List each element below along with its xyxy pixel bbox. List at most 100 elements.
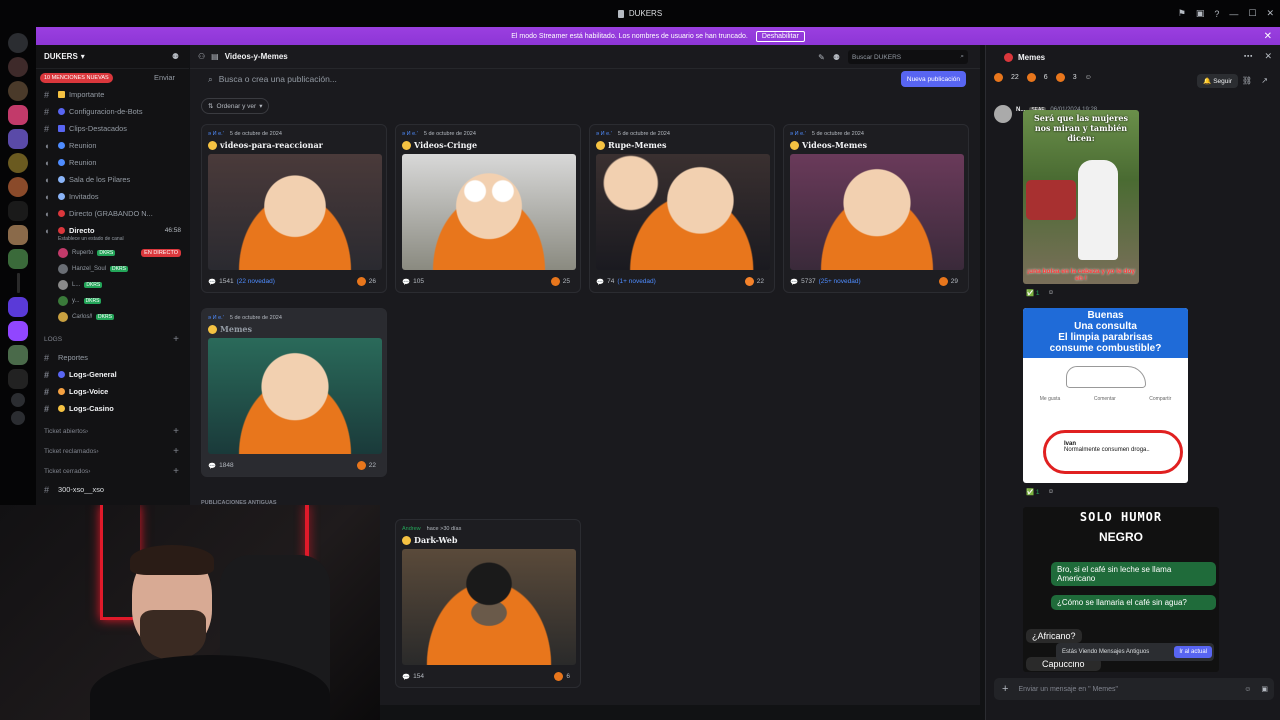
channel-item[interactable]: ◖ Reunion	[36, 137, 189, 154]
server-icon[interactable]	[8, 57, 28, 77]
close-icon[interactable]: ✕	[1264, 51, 1272, 62]
add-reaction-icon[interactable]: ☺	[1048, 488, 1055, 496]
channel-item[interactable]: #300-xso__xso	[36, 481, 189, 498]
channel-label: Configuracion-de-Bots	[69, 107, 143, 116]
voice-user[interactable]: y... DKRS	[36, 293, 189, 309]
check-reaction[interactable]: ✅ 1	[1026, 488, 1040, 496]
channel-item[interactable]: # Reportes	[36, 349, 189, 366]
reaction-icon[interactable]	[1055, 73, 1065, 82]
channel-item[interactable]: # Clips-Destacados	[36, 120, 189, 137]
category-ticket-abiertos[interactable]: Ticket abiertos › +	[36, 421, 189, 441]
link-icon[interactable]: ⛓	[1242, 76, 1252, 85]
discover-icon[interactable]	[11, 411, 25, 425]
server-icon[interactable]	[8, 201, 28, 221]
members-icon[interactable]: ⚉	[833, 53, 840, 62]
post-count: 105	[413, 278, 424, 285]
server-icon[interactable]	[8, 177, 28, 197]
server-icon[interactable]	[8, 369, 28, 389]
server-icon[interactable]	[8, 225, 28, 245]
inbox-icon[interactable]: ⚑	[1178, 8, 1186, 19]
jump-to-present-button[interactable]: Ir al actual	[1174, 646, 1212, 658]
channel-label: 300-xso__xso	[58, 485, 105, 494]
post-new: (1+ novedad)	[617, 278, 656, 285]
channel-item[interactable]: # Configuracion-de-Bots	[36, 103, 189, 120]
forum-search-placeholder: Busca o crea una publicación...	[218, 74, 337, 84]
voice-user[interactable]: Carlosll DKRS	[36, 309, 189, 325]
server-icon[interactable]	[8, 81, 28, 101]
help-icon[interactable]: ?	[1214, 9, 1219, 19]
category-logs[interactable]: LOGS +	[36, 329, 189, 349]
voice-user[interactable]: L... DKRS	[36, 277, 189, 293]
forum-post-card[interactable]: ə И e.ʼ 5 de octubre de 2024 videos-para-…	[201, 124, 387, 293]
threads-icon[interactable]: ⚇	[198, 52, 205, 61]
add-server-icon[interactable]	[11, 393, 25, 407]
forum-search-input[interactable]: ⌕ Busca o crea una publicación...	[200, 69, 970, 89]
forum-post-card[interactable]: ə И e.ʼ 5 de octubre de 2024 Rupe-Memes 💬…	[589, 124, 775, 293]
avatar[interactable]	[994, 105, 1012, 123]
twitch-icon[interactable]	[8, 321, 28, 341]
add-attachment-icon[interactable]: +	[1002, 683, 1008, 695]
invite-icon[interactable]: ⚉	[172, 52, 179, 61]
screen-icon[interactable]: ▣	[1196, 8, 1205, 19]
bot-icon	[58, 108, 65, 115]
forum-post-card-selected[interactable]: ə И e.ʼ 5 de octubre de 2024 Memes 💬 1848 2…	[201, 308, 387, 477]
minimize-button[interactable]: —	[1229, 9, 1238, 19]
channel-item[interactable]: # Logs-Voice	[36, 383, 189, 400]
server-icon[interactable]	[16, 273, 20, 293]
channel-item[interactable]: ◖ Invitados	[36, 188, 189, 205]
maximize-button[interactable]: ☐	[1248, 8, 1256, 19]
server-icon[interactable]	[8, 105, 28, 125]
mentions-badge[interactable]: 10 MENCIONES NUEVAS	[40, 73, 113, 83]
search-icon: ⌕	[960, 53, 964, 60]
home-icon[interactable]	[8, 33, 28, 53]
server-icon[interactable]	[8, 249, 28, 269]
channel-item[interactable]: ◖ Reunion	[36, 154, 189, 171]
add-channel-icon[interactable]: +	[173, 334, 179, 345]
server-icon[interactable]	[8, 345, 28, 365]
reaction-icon[interactable]	[994, 73, 1003, 82]
server-search-input[interactable]: Buscar DUKERS ⌕	[848, 50, 968, 64]
share-icon[interactable]: ↗	[1261, 76, 1268, 85]
voice-user[interactable]: Ruperto DKRS EN DIRECTO	[36, 245, 189, 261]
sort-button[interactable]: ⇅ Ordenar y ver ▾	[201, 98, 270, 114]
server-icon[interactable]	[8, 129, 28, 149]
meme-image[interactable]: Buenas Una consulta El limpia parabrisas…	[1023, 308, 1188, 483]
close-window-button[interactable]: ✕	[1266, 8, 1274, 19]
add-channel-icon[interactable]: +	[173, 466, 179, 477]
channel-item[interactable]: ◖ Directo (GRABANDO N...	[36, 205, 189, 222]
gif-icon[interactable]: ▣	[1261, 685, 1268, 693]
more-icon[interactable]: ⋯	[1243, 51, 1252, 62]
forum-post-card[interactable]: ə И e.ʼ 5 de octubre de 2024 Videos-Cring…	[395, 124, 581, 293]
new-post-button[interactable]: Nueva publicación	[900, 71, 966, 87]
voice-user-name: Ruperto	[72, 250, 94, 256]
category-ticket-cerrados[interactable]: Ticket cerrados › +	[36, 461, 189, 481]
add-reaction-icon[interactable]: ☺	[1048, 289, 1055, 297]
check-reaction[interactable]: ✅ 1	[1026, 289, 1040, 297]
channel-item[interactable]: # Logs-General	[36, 366, 189, 383]
reaction-icon[interactable]	[1026, 73, 1036, 82]
category-ticket-reclamados[interactable]: Ticket reclamados › +	[36, 441, 189, 461]
forum-post-card[interactable]: ə И e.ʼ 5 de octubre de 2024 Videos-Memes…	[783, 124, 969, 293]
add-channel-icon[interactable]: +	[173, 426, 179, 437]
add-reaction-icon[interactable]: ☺	[1085, 74, 1092, 81]
forum-post-card[interactable]: Andrew hace >30 días Dark-Web 💬 154 6	[395, 519, 581, 688]
bell-icon: 🔔	[1203, 78, 1214, 85]
voice-user[interactable]: Hanzel_Soul DKRS	[36, 261, 189, 277]
emoji-picker-icon[interactable]: ☺	[1244, 686, 1251, 693]
channel-item[interactable]: # Logs-Casino	[36, 400, 189, 417]
server-rail	[0, 27, 36, 507]
server-header[interactable]: DUKERS ▾ ⚉	[36, 45, 189, 69]
meme-image[interactable]: Será que las mujeres nos miran y también…	[1023, 110, 1139, 284]
close-icon[interactable]: ✕	[1264, 31, 1272, 42]
mute-icon[interactable]: ✎	[818, 53, 825, 62]
follow-button[interactable]: 🔔 Seguir	[1197, 74, 1238, 88]
channel-status[interactable]: Establece un estado de canal	[36, 236, 189, 245]
message-input[interactable]: + Enviar un mensaje en " Memes" ☺ ▣	[994, 678, 1274, 700]
channel-item[interactable]: ◖ Sala de los Pilares	[36, 171, 189, 188]
comments-icon: 💬	[790, 278, 799, 286]
channel-item[interactable]: # Importante	[36, 86, 189, 103]
add-channel-icon[interactable]: +	[173, 446, 179, 457]
server-icon[interactable]	[8, 297, 28, 317]
disable-streamer-button[interactable]: Deshabilitar	[755, 30, 805, 42]
server-icon[interactable]	[8, 153, 28, 173]
